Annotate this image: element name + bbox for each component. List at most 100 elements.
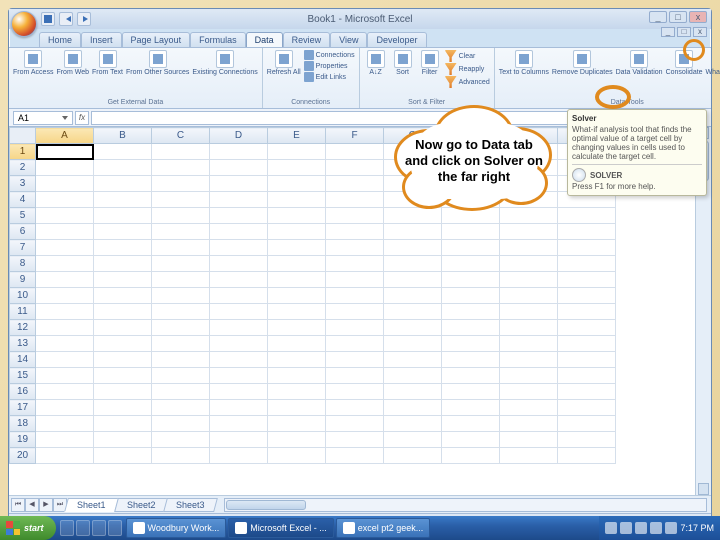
cell[interactable] bbox=[152, 256, 210, 272]
cell[interactable] bbox=[384, 448, 442, 464]
cell[interactable] bbox=[442, 224, 500, 240]
cell[interactable] bbox=[268, 400, 326, 416]
cell[interactable] bbox=[326, 176, 384, 192]
cell[interactable] bbox=[558, 320, 616, 336]
cell[interactable] bbox=[94, 400, 152, 416]
tab-data[interactable]: Data bbox=[246, 32, 283, 47]
col-header[interactable]: D bbox=[210, 128, 268, 144]
cell[interactable] bbox=[210, 352, 268, 368]
cell[interactable] bbox=[326, 304, 384, 320]
cell[interactable] bbox=[94, 448, 152, 464]
cell[interactable] bbox=[268, 224, 326, 240]
tray-icon[interactable] bbox=[650, 522, 662, 534]
tray-icon[interactable] bbox=[620, 522, 632, 534]
cell[interactable] bbox=[500, 432, 558, 448]
cell[interactable] bbox=[152, 192, 210, 208]
cell[interactable] bbox=[210, 368, 268, 384]
cell[interactable] bbox=[94, 144, 152, 160]
cell[interactable] bbox=[210, 320, 268, 336]
cell[interactable] bbox=[94, 304, 152, 320]
cell[interactable] bbox=[558, 448, 616, 464]
row-header[interactable]: 9 bbox=[10, 272, 36, 288]
cell[interactable] bbox=[500, 336, 558, 352]
sheet-nav-prev[interactable]: ◀ bbox=[25, 498, 39, 512]
cell[interactable] bbox=[384, 288, 442, 304]
cell[interactable] bbox=[36, 384, 94, 400]
cell[interactable] bbox=[210, 240, 268, 256]
cell[interactable] bbox=[94, 432, 152, 448]
cell[interactable] bbox=[94, 272, 152, 288]
row-header[interactable]: 1 bbox=[10, 144, 36, 160]
cell[interactable] bbox=[326, 272, 384, 288]
cell[interactable] bbox=[384, 272, 442, 288]
cell[interactable] bbox=[558, 288, 616, 304]
cell[interactable] bbox=[268, 368, 326, 384]
cell[interactable] bbox=[152, 288, 210, 304]
col-header[interactable]: B bbox=[94, 128, 152, 144]
tray-icon[interactable] bbox=[635, 522, 647, 534]
row-header[interactable]: 12 bbox=[10, 320, 36, 336]
cell[interactable] bbox=[500, 272, 558, 288]
tab-insert[interactable]: Insert bbox=[81, 32, 122, 47]
row-header[interactable]: 14 bbox=[10, 352, 36, 368]
cell[interactable] bbox=[558, 304, 616, 320]
col-header[interactable]: C bbox=[152, 128, 210, 144]
select-all-corner[interactable] bbox=[10, 128, 36, 144]
tab-developer[interactable]: Developer bbox=[367, 32, 426, 47]
cell[interactable] bbox=[384, 352, 442, 368]
remove-duplicates-button[interactable]: Remove Duplicates bbox=[552, 50, 613, 77]
cell[interactable] bbox=[442, 320, 500, 336]
cell[interactable] bbox=[326, 448, 384, 464]
data-validation-button[interactable]: Data Validation bbox=[616, 50, 663, 77]
cell[interactable] bbox=[268, 160, 326, 176]
cell[interactable] bbox=[500, 400, 558, 416]
cell[interactable] bbox=[442, 368, 500, 384]
advanced-button[interactable]: Advanced bbox=[445, 76, 490, 88]
from-access-button[interactable]: From Access bbox=[13, 50, 53, 77]
cell[interactable] bbox=[152, 384, 210, 400]
cell[interactable] bbox=[152, 208, 210, 224]
cell[interactable] bbox=[36, 144, 94, 160]
row-header[interactable]: 6 bbox=[10, 224, 36, 240]
cell[interactable] bbox=[558, 384, 616, 400]
cell[interactable] bbox=[442, 384, 500, 400]
cell[interactable] bbox=[152, 240, 210, 256]
save-icon[interactable] bbox=[41, 12, 55, 26]
cell[interactable] bbox=[152, 432, 210, 448]
cell[interactable] bbox=[442, 400, 500, 416]
minimize-button[interactable]: _ bbox=[649, 11, 667, 23]
taskbar-item-2[interactable]: Microsoft Excel - ... bbox=[228, 518, 334, 538]
wb-close[interactable]: x bbox=[693, 27, 707, 37]
cell[interactable] bbox=[500, 320, 558, 336]
cell[interactable] bbox=[442, 336, 500, 352]
cell[interactable] bbox=[558, 208, 616, 224]
cell[interactable] bbox=[36, 448, 94, 464]
cell[interactable] bbox=[210, 384, 268, 400]
cell[interactable] bbox=[36, 240, 94, 256]
cell[interactable] bbox=[210, 256, 268, 272]
cell[interactable] bbox=[36, 320, 94, 336]
cell[interactable] bbox=[326, 144, 384, 160]
tab-formulas[interactable]: Formulas bbox=[190, 32, 246, 47]
cell[interactable] bbox=[94, 288, 152, 304]
cell[interactable] bbox=[500, 240, 558, 256]
cell[interactable] bbox=[326, 416, 384, 432]
cell[interactable] bbox=[500, 288, 558, 304]
cell[interactable] bbox=[326, 320, 384, 336]
cell[interactable] bbox=[442, 240, 500, 256]
tray-icon[interactable] bbox=[665, 522, 677, 534]
cell[interactable] bbox=[36, 352, 94, 368]
cell[interactable] bbox=[500, 256, 558, 272]
clear-button[interactable]: Clear bbox=[445, 50, 490, 62]
cell[interactable] bbox=[152, 320, 210, 336]
cell[interactable] bbox=[152, 336, 210, 352]
cell[interactable] bbox=[442, 304, 500, 320]
cell[interactable] bbox=[558, 368, 616, 384]
cell[interactable] bbox=[384, 240, 442, 256]
sheet-tab-2[interactable]: Sheet2 bbox=[114, 498, 168, 512]
cell[interactable] bbox=[36, 416, 94, 432]
cell[interactable] bbox=[558, 400, 616, 416]
cell[interactable] bbox=[442, 272, 500, 288]
cell[interactable] bbox=[500, 304, 558, 320]
from-text-button[interactable]: From Text bbox=[92, 50, 123, 77]
